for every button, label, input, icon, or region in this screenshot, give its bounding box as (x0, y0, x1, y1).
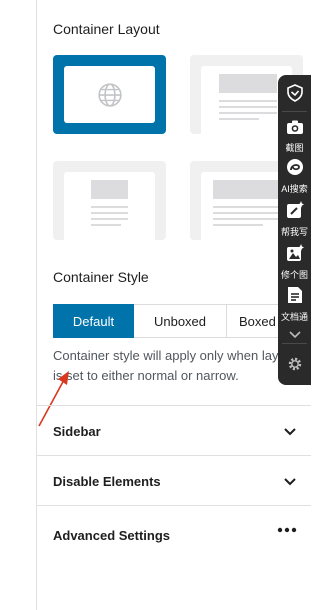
toolbar-ai-search-button[interactable]: AI搜索 (278, 158, 311, 195)
document-icon (287, 287, 302, 303)
toolbar-label: AI搜索 (281, 184, 308, 194)
panel-sidebar[interactable]: Sidebar (53, 406, 297, 456)
container-style-help: Container style will apply only when lay… (53, 346, 303, 386)
toolbar-separator (282, 343, 307, 344)
gear-icon (288, 357, 301, 371)
more-dots-icon[interactable] (277, 527, 297, 533)
layout-preview-line (219, 100, 277, 102)
layout-option-full-width[interactable] (53, 55, 166, 134)
settings-panel: Container Layout Container Style Default… (0, 0, 311, 610)
container-layout-title: Container Layout (53, 21, 160, 37)
panel-label: Advanced Settings (53, 527, 171, 543)
edit-sparkle-icon (286, 201, 304, 218)
layout-preview-line (91, 218, 128, 220)
toolbar-document-button[interactable]: 文档通 (278, 286, 311, 323)
layout-preview-line (213, 218, 283, 220)
layout-preview-line (91, 212, 128, 214)
layout-preview-header (219, 74, 277, 93)
layout-preview-header (213, 180, 283, 199)
layout-preview-line (213, 212, 283, 214)
panel-disable-elements[interactable]: Disable Elements (53, 456, 297, 506)
container-style-title: Container Style (53, 269, 149, 285)
layout-preview-header (91, 180, 128, 199)
layout-preview-line (213, 206, 283, 208)
toolbar-separator (282, 111, 307, 112)
panel-advanced-settings[interactable]: Advanced Settings (53, 506, 297, 564)
layout-preview-line (91, 206, 128, 208)
left-border (36, 0, 37, 610)
toolbar-write-button[interactable]: 帮我写 (278, 201, 311, 238)
image-edit-icon (286, 244, 304, 261)
toolbar-image-edit-button[interactable]: 修个图 (278, 244, 311, 281)
layout-preview-line (219, 118, 259, 120)
help-text-line: is set to either normal or narrow. (53, 368, 239, 383)
chevron-down-icon (288, 331, 301, 339)
toolbar-label: 文档通 (280, 312, 308, 322)
layout-option-narrow[interactable] (53, 161, 166, 240)
shield-icon (286, 84, 303, 102)
toolbar-shield-button[interactable] (278, 84, 311, 107)
layout-preview-line (219, 112, 277, 114)
toolbar-settings-button[interactable] (278, 356, 311, 377)
toolbar-label: 帮我写 (280, 227, 308, 237)
floating-toolbar: 截图 AI搜索 帮我写 修个图 文档通 (278, 75, 311, 385)
container-style-segmented-control: Default Unboxed Boxed (53, 304, 311, 338)
chevron-down-icon[interactable] (283, 424, 297, 438)
help-text-line: Container style will apply only when lay (53, 348, 279, 363)
style-default-button[interactable]: Default (53, 304, 134, 338)
ai-search-icon (286, 159, 303, 175)
panel-label: Sidebar (53, 423, 101, 439)
toolbar-screenshot-button[interactable]: 截图 (278, 119, 311, 154)
toolbar-label: 截图 (285, 143, 304, 153)
layout-preview-line (219, 106, 277, 108)
style-unboxed-button[interactable]: Unboxed (134, 304, 227, 338)
globe-icon (97, 82, 122, 107)
toolbar-label: 修个图 (280, 270, 308, 280)
chevron-down-icon[interactable] (283, 474, 297, 488)
layout-preview-line (91, 224, 121, 226)
layout-preview-line (213, 224, 263, 226)
panel-label: Disable Elements (53, 473, 161, 489)
camera-icon (286, 120, 303, 134)
